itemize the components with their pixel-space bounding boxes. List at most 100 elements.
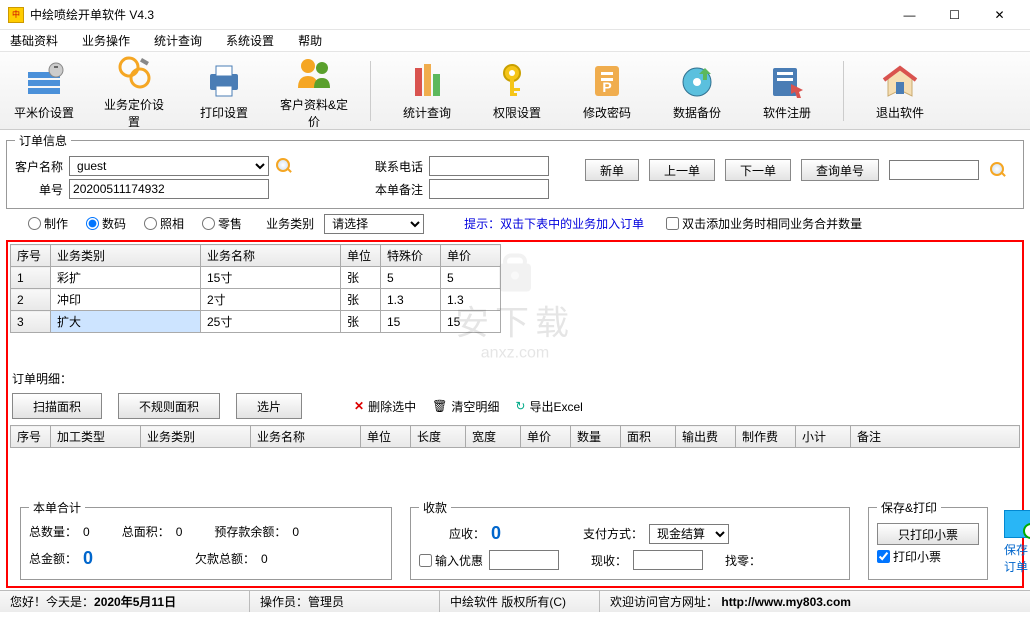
save-order-button[interactable]: 保存订单 — [1004, 541, 1030, 575]
select-photo-button[interactable]: 选片 — [236, 393, 302, 419]
tool-permission[interactable]: 权限设置 — [483, 60, 551, 121]
table-row[interactable]: 1彩扩15寸张55 — [11, 267, 1020, 289]
discount-input[interactable] — [489, 550, 559, 570]
total-qty: 0 — [83, 525, 90, 539]
register-icon — [767, 60, 807, 100]
search-order-button[interactable]: 查询单号 — [801, 159, 879, 181]
search-customer-icon[interactable] — [275, 157, 293, 175]
orderno-input[interactable] — [69, 179, 269, 199]
pay-method-select[interactable]: 现金结算 — [649, 524, 729, 544]
tool-print[interactable]: 打印设置 — [190, 60, 258, 121]
delete-icon: ✕ — [354, 399, 364, 413]
th-price[interactable]: 单价 — [441, 245, 501, 267]
total-amount: 0 — [83, 548, 93, 569]
operator-name: 管理员 — [308, 593, 344, 610]
pricing-icon — [114, 52, 154, 92]
save-icon[interactable] — [1004, 510, 1030, 538]
prepaid-balance: 0 — [292, 525, 299, 539]
close-button[interactable]: ✕ — [977, 1, 1022, 29]
th-sp[interactable]: 特殊价 — [381, 245, 441, 267]
svg-text:P: P — [602, 79, 611, 95]
toolbar-divider-2 — [843, 61, 844, 121]
hint-text: 提示：双击下表中的业务加入订单 — [464, 215, 644, 232]
tool-register[interactable]: 软件注册 — [753, 60, 821, 121]
clear-detail-link[interactable]: 🗑清空明细 — [432, 398, 499, 415]
radio-digital[interactable]: 数码 — [86, 215, 126, 232]
new-order-button[interactable]: 新单 — [585, 159, 639, 181]
scan-area-button[interactable]: 扫描面积 — [12, 393, 102, 419]
radio-retail[interactable]: 零售 — [202, 215, 242, 232]
phone-input[interactable] — [429, 156, 549, 176]
note-label: 本单备注 — [375, 181, 423, 198]
exit-icon — [880, 60, 920, 100]
minimize-button[interactable]: — — [887, 1, 932, 29]
table-row[interactable]: 2冲印2寸张1.31.3 — [11, 289, 1020, 311]
export-excel-link[interactable]: ↻导出Excel — [515, 398, 582, 415]
order-info-group: 订单信息 客户名称 guest 单号 联系电话 本单备注 新单 上一单 下一单 … — [6, 132, 1024, 209]
th-no[interactable]: 序号 — [11, 245, 51, 267]
window-title: 中绘喷绘开单软件 V4.3 — [30, 6, 887, 23]
search-order-icon[interactable] — [989, 161, 1007, 179]
th-unit[interactable]: 单位 — [341, 245, 381, 267]
tool-sqm-price[interactable]: 平米价设置 — [10, 60, 78, 121]
app-icon: 中 — [8, 7, 24, 23]
today-date: 2020年5月11日 — [94, 593, 176, 610]
menu-system[interactable]: 系统设置 — [220, 30, 280, 51]
menu-basic[interactable]: 基础资料 — [4, 30, 64, 51]
radio-make[interactable]: 制作 — [28, 215, 68, 232]
customer-select[interactable]: guest — [69, 156, 269, 176]
menu-business[interactable]: 业务操作 — [76, 30, 136, 51]
backup-icon — [677, 60, 717, 100]
discount-checkbox[interactable]: 输入优惠 — [419, 552, 483, 569]
print-receipt-button[interactable]: 只打印小票 — [877, 523, 979, 545]
tool-exit[interactable]: 退出软件 — [866, 60, 934, 121]
tool-customer[interactable]: 客户资料&定价 — [280, 52, 348, 130]
merge-checkbox[interactable]: 双击添加业务时相同业务合并数量 — [666, 215, 862, 232]
website-url: http://www.my803.com — [721, 595, 851, 609]
received-input[interactable] — [633, 550, 703, 570]
biztype-select[interactable]: 请选择 — [324, 214, 424, 234]
next-order-button[interactable]: 下一单 — [725, 159, 791, 181]
total-area: 0 — [176, 525, 183, 539]
irregular-area-button[interactable]: 不规则面积 — [118, 393, 220, 419]
amount-due: 0 — [491, 523, 501, 544]
toolbar-divider — [370, 61, 371, 121]
th-name[interactable]: 业务名称 — [201, 245, 341, 267]
phone-label: 联系电话 — [375, 158, 423, 175]
th-cat[interactable]: 业务类别 — [51, 245, 201, 267]
orderno-label: 单号 — [39, 181, 63, 198]
export-icon: ↻ — [515, 399, 525, 413]
maximize-button[interactable]: ☐ — [932, 1, 977, 29]
copyright: 中绘软件 版权所有(C) — [440, 591, 600, 612]
business-table: 安下载anxz.com 序号 业务类别 业务名称 单位 特殊价 单价 1彩扩15… — [10, 244, 1020, 364]
tool-password[interactable]: P修改密码 — [573, 60, 641, 121]
note-input[interactable] — [429, 179, 549, 199]
tool-stats[interactable]: 统计查询 — [393, 60, 461, 121]
print-receipt-checkbox[interactable]: 打印小票 — [877, 548, 941, 565]
biztype-label: 业务类别 — [266, 215, 314, 232]
total-debt: 0 — [261, 552, 268, 566]
password-icon: P — [587, 60, 627, 100]
highlighted-area: 安下载anxz.com 序号 业务类别 业务名称 单位 特殊价 单价 1彩扩15… — [6, 240, 1024, 588]
stats-icon — [407, 60, 447, 100]
search-order-input[interactable] — [889, 160, 979, 180]
menu-help[interactable]: 帮助 — [292, 30, 328, 51]
status-bar: 您好！今天是：2020年5月11日 操作员：管理员 中绘软件 版权所有(C) 欢… — [0, 590, 1030, 612]
menubar: 基础资料 业务操作 统计查询 系统设置 帮助 — [0, 30, 1030, 52]
sqm-price-icon — [24, 60, 64, 100]
prev-order-button[interactable]: 上一单 — [649, 159, 715, 181]
detail-table: 序号 加工类型 业务类别 业务名称 单位 长度 宽度 单价 数量 面积 输出费 … — [10, 425, 1020, 495]
printer-icon — [204, 60, 244, 100]
change-label: 找零： — [725, 552, 761, 569]
customer-label: 客户名称 — [15, 158, 63, 175]
table-row[interactable]: 3扩大25寸张1515 — [11, 311, 1020, 333]
delete-selected-link[interactable]: ✕删除选中 — [354, 398, 416, 415]
detail-label: 订单明细： — [12, 370, 1018, 387]
tool-backup[interactable]: 数据备份 — [663, 60, 731, 121]
tool-pricing[interactable]: 业务定价设置 — [100, 52, 168, 130]
toolbar: 平米价设置 业务定价设置 打印设置 客户资料&定价 统计查询 权限设置 P修改密… — [0, 52, 1030, 130]
menu-stats[interactable]: 统计查询 — [148, 30, 208, 51]
radio-photo[interactable]: 照相 — [144, 215, 184, 232]
permission-icon — [497, 60, 537, 100]
trash-icon: 🗑 — [432, 399, 447, 413]
